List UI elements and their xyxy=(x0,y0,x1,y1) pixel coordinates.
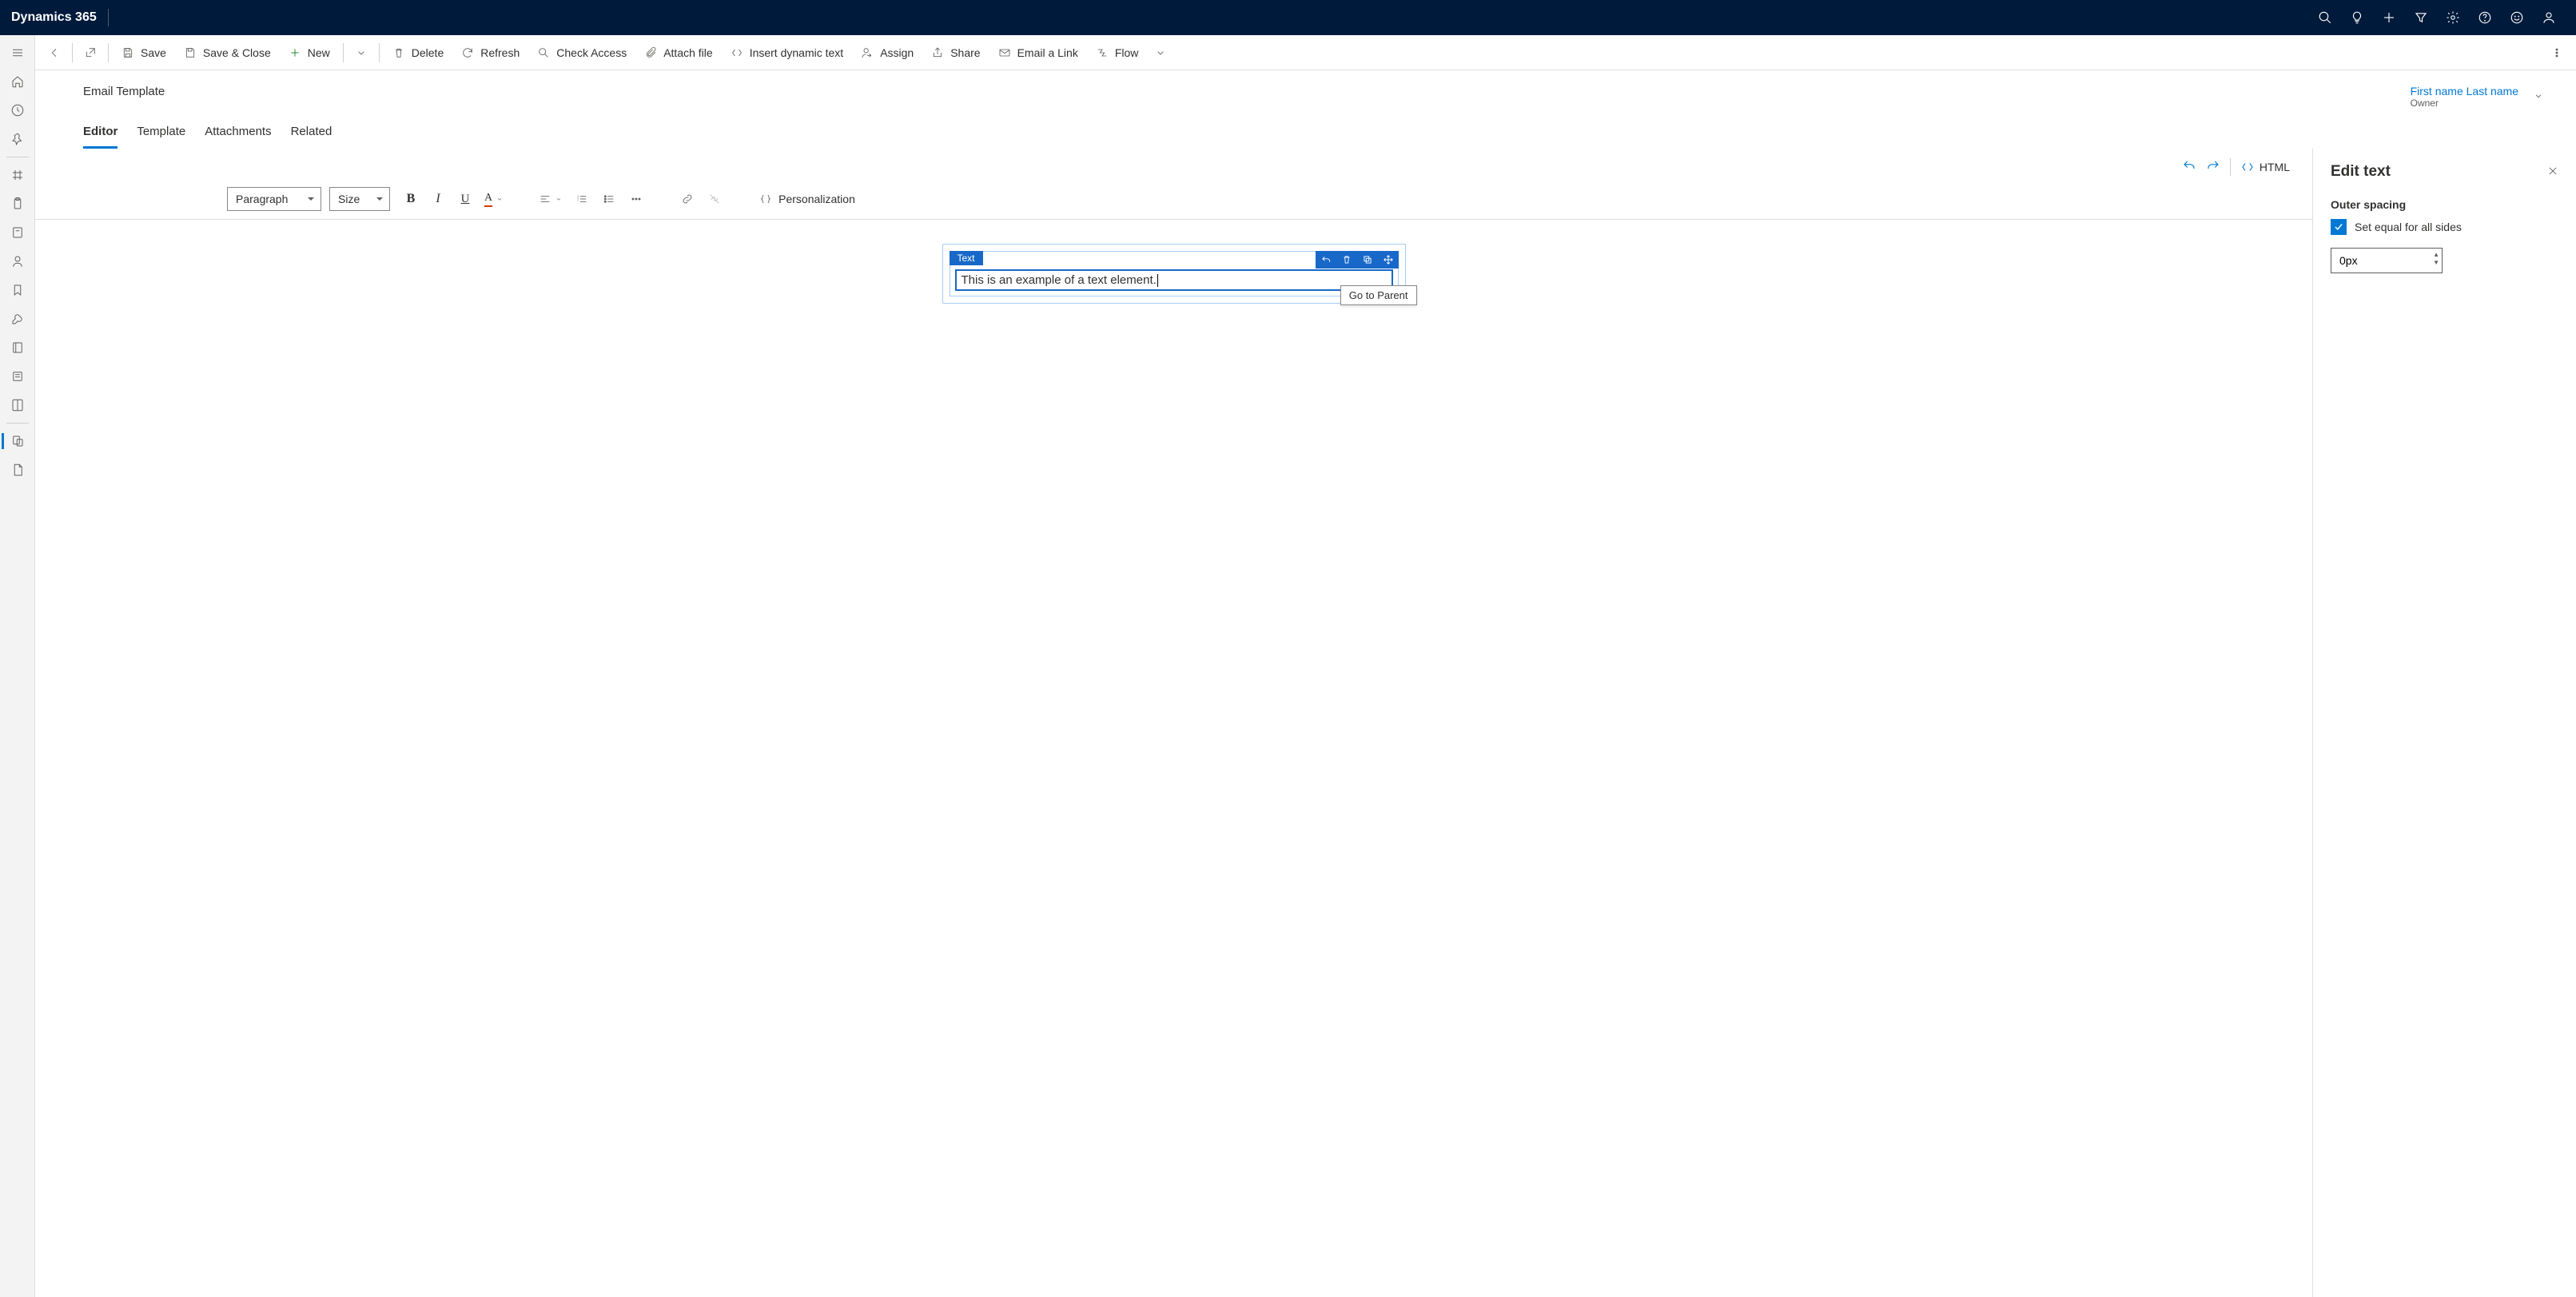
assign-button[interactable]: Assign xyxy=(853,38,922,67)
close-panel-icon[interactable] xyxy=(2547,165,2558,179)
back-button[interactable] xyxy=(42,38,67,67)
template-nav-icon[interactable] xyxy=(0,427,35,456)
nav-item-1-icon[interactable] xyxy=(0,161,35,189)
tab-editor[interactable]: Editor xyxy=(83,125,117,149)
spacing-input[interactable] xyxy=(2331,248,2443,273)
refresh-button[interactable]: Refresh xyxy=(453,38,528,67)
save-button[interactable]: Save xyxy=(113,38,174,67)
numbered-list-button[interactable]: 12 xyxy=(569,187,595,211)
panel-title: Edit text xyxy=(2331,163,2391,181)
canvas-column[interactable]: Text This is an example of a text elemen… xyxy=(950,251,1399,296)
element-toolbar xyxy=(1316,251,1399,269)
book-icon[interactable] xyxy=(0,391,35,420)
canvas-section-outer[interactable]: Text This is an example of a text elemen… xyxy=(942,244,1406,304)
element-move-icon[interactable] xyxy=(1378,251,1399,269)
tab-attachments[interactable]: Attachments xyxy=(205,125,271,149)
nav-item-7-icon[interactable] xyxy=(0,333,35,362)
redo-icon[interactable] xyxy=(2206,159,2220,176)
email-link-button[interactable]: Email a Link xyxy=(990,38,1086,67)
editor-actions-bar: HTML xyxy=(35,149,2312,182)
search-icon[interactable] xyxy=(2309,0,2341,35)
menu-toggle-icon[interactable] xyxy=(0,38,35,67)
text-cursor xyxy=(1157,274,1158,287)
nav-item-3-icon[interactable] xyxy=(0,218,35,247)
record-header: Email Template First name Last name Owne… xyxy=(35,70,2576,109)
lightbulb-icon[interactable] xyxy=(2341,0,2373,35)
undo-icon[interactable] xyxy=(2182,159,2196,176)
more-commands-icon[interactable] xyxy=(2544,38,2570,67)
underline-button[interactable]: U xyxy=(452,187,478,211)
delete-button[interactable]: Delete xyxy=(384,38,452,67)
attach-file-button[interactable]: Attach file xyxy=(636,38,720,67)
owner-label: Owner xyxy=(2411,97,2518,109)
top-navbar: Dynamics 365 xyxy=(0,0,2576,35)
outer-spacing-label: Outer spacing xyxy=(2331,198,2558,211)
properties-panel: Edit text Outer spacing Set equal for al… xyxy=(2312,149,2576,1297)
spacing-spinner[interactable]: ▲ ▼ xyxy=(2433,251,2439,267)
wrench-icon[interactable] xyxy=(0,304,35,333)
flow-dropdown-icon[interactable] xyxy=(1148,38,1173,67)
bullet-list-button[interactable] xyxy=(596,187,622,211)
pin-icon[interactable] xyxy=(0,125,35,153)
share-button[interactable]: Share xyxy=(923,38,988,67)
equal-sides-label: Set equal for all sides xyxy=(2355,221,2462,233)
insert-dynamic-text-button[interactable]: Insert dynamic text xyxy=(723,38,852,67)
text-content: This is an example of a text element. xyxy=(962,273,1157,287)
left-sidebar xyxy=(0,35,35,1297)
filter-icon[interactable] xyxy=(2405,0,2437,35)
plus-icon[interactable] xyxy=(2373,0,2405,35)
command-bar: Save Save & Close New Delete Refresh Che… xyxy=(35,35,2576,70)
open-new-window-icon[interactable] xyxy=(78,38,103,67)
format-toolbar: Paragraph Size B I U A 12 xyxy=(35,182,2312,220)
personalization-button[interactable]: Personalization xyxy=(753,193,862,205)
text-element[interactable]: This is an example of a text element. xyxy=(955,269,1393,291)
record-entity-label: Email Template xyxy=(83,85,2411,98)
nav-item-8-icon[interactable] xyxy=(0,362,35,391)
smile-icon[interactable] xyxy=(2501,0,2533,35)
divider xyxy=(108,9,109,26)
owner-name: First name Last name xyxy=(2411,85,2518,97)
paragraph-select[interactable]: Paragraph xyxy=(227,187,321,211)
bookmark-icon[interactable] xyxy=(0,276,35,304)
element-type-chip: Text xyxy=(950,251,983,265)
unlink-button[interactable] xyxy=(702,187,727,211)
new-dropdown-icon[interactable] xyxy=(348,38,374,67)
element-goto-parent-icon[interactable] xyxy=(1316,251,1336,269)
flow-button[interactable]: Flow xyxy=(1088,38,1147,67)
more-format-icon[interactable] xyxy=(623,187,649,211)
page-nav-icon[interactable] xyxy=(0,456,35,484)
help-icon[interactable] xyxy=(2469,0,2501,35)
font-color-button[interactable]: A xyxy=(480,187,508,211)
save-close-button[interactable]: Save & Close xyxy=(176,38,279,67)
person-icon[interactable] xyxy=(2533,0,2565,35)
new-button[interactable]: New xyxy=(281,38,338,67)
tooltip: Go to Parent xyxy=(1340,285,1417,305)
spinner-down-icon[interactable]: ▼ xyxy=(2433,259,2439,267)
align-button[interactable] xyxy=(534,187,567,211)
contacts-icon[interactable] xyxy=(0,247,35,276)
form-tabs: Editor Template Attachments Related xyxy=(35,109,2576,149)
bold-button[interactable]: B xyxy=(398,187,424,211)
html-source-button[interactable]: HTML xyxy=(2240,160,2290,174)
italic-button[interactable]: I xyxy=(425,187,451,211)
home-icon[interactable] xyxy=(0,67,35,96)
editor-canvas[interactable]: Text This is an example of a text elemen… xyxy=(35,220,2312,1297)
tab-related[interactable]: Related xyxy=(291,125,332,149)
equal-sides-checkbox[interactable] xyxy=(2331,219,2347,235)
spinner-up-icon[interactable]: ▲ xyxy=(2433,251,2439,259)
element-delete-icon[interactable] xyxy=(1336,251,1357,269)
gear-icon[interactable] xyxy=(2437,0,2469,35)
link-button[interactable] xyxy=(675,187,700,211)
tab-template[interactable]: Template xyxy=(137,125,185,149)
svg-text:2: 2 xyxy=(577,197,579,201)
check-access-button[interactable]: Check Access xyxy=(529,38,635,67)
clipboard-icon[interactable] xyxy=(0,189,35,218)
owner-field[interactable]: First name Last name Owner xyxy=(2411,85,2518,109)
header-chevron-icon[interactable] xyxy=(2533,90,2544,104)
recent-icon[interactable] xyxy=(0,96,35,125)
size-select[interactable]: Size xyxy=(329,187,390,211)
element-duplicate-icon[interactable] xyxy=(1357,251,1378,269)
app-title: Dynamics 365 xyxy=(11,10,97,25)
